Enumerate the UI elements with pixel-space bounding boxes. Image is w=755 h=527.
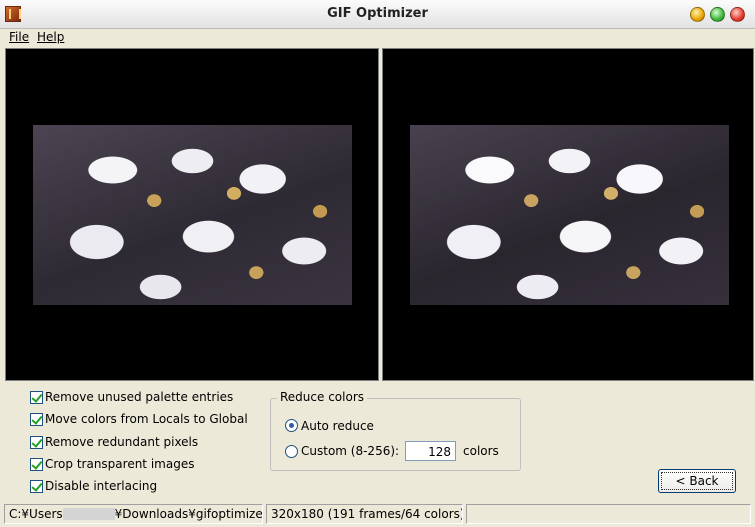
status-bar: C:¥Users ¥Downloads¥gifoptimizer¥W 320x18…: [0, 502, 755, 527]
menu-help[interactable]: Help: [37, 30, 64, 44]
menu-file-label: File: [9, 30, 30, 44]
reduce-colors-group: [270, 398, 521, 471]
original-gif-image: [33, 125, 352, 305]
option-label: Remove redundant pixels: [45, 434, 199, 449]
back-button[interactable]: < Back: [658, 469, 736, 493]
status-path-prefix: C:¥Users: [9, 507, 63, 521]
option-label: Move colors from Locals to Global: [45, 412, 248, 427]
status-path-suffix: ¥Downloads¥gifoptimizer¥W: [114, 507, 263, 521]
optimized-gif-image: [410, 125, 729, 305]
checkbox-remove-redundant-pixels[interactable]: [30, 435, 43, 449]
optimized-preview-pane: [382, 48, 754, 381]
custom-colors-input[interactable]: [405, 441, 456, 461]
window-title: GIF Optimizer: [327, 6, 428, 21]
menu-bar: File Help: [0, 28, 755, 46]
checkbox-move-colors-global[interactable]: [30, 413, 43, 427]
menu-file[interactable]: File: [9, 30, 29, 44]
close-button[interactable]: [730, 7, 745, 22]
checkbox-disable-interlacing[interactable]: [30, 480, 43, 494]
original-preview-pane: [5, 48, 379, 381]
auto-reduce-label[interactable]: Auto reduce: [301, 419, 374, 433]
checkbox-crop-transparent[interactable]: [30, 457, 43, 471]
status-file-path: C:¥Users ¥Downloads¥gifoptimizer¥W: [4, 504, 263, 524]
redacted-username: [62, 508, 115, 520]
minimize-button[interactable]: [690, 7, 705, 22]
maximize-button[interactable]: [710, 7, 725, 22]
menu-help-label: Help: [37, 30, 65, 44]
radio-auto-reduce[interactable]: [285, 419, 298, 432]
option-label: Remove unused palette entries: [45, 390, 234, 404]
option-label: Crop transparent images: [45, 456, 195, 471]
option-label: Disable interlacing: [45, 479, 158, 494]
reduce-colors-title: Reduce colors: [277, 390, 367, 404]
status-empty-panel: [466, 504, 751, 524]
colors-suffix-label: colors: [463, 444, 499, 458]
status-image-info: 320x180 (191 frames/64 colors): [266, 504, 463, 524]
checkbox-remove-unused-palette[interactable]: [30, 391, 43, 404]
title-bar: GIF Optimizer: [0, 0, 755, 29]
radio-custom[interactable]: [285, 445, 298, 458]
custom-label[interactable]: Custom (8-256):: [301, 444, 399, 458]
